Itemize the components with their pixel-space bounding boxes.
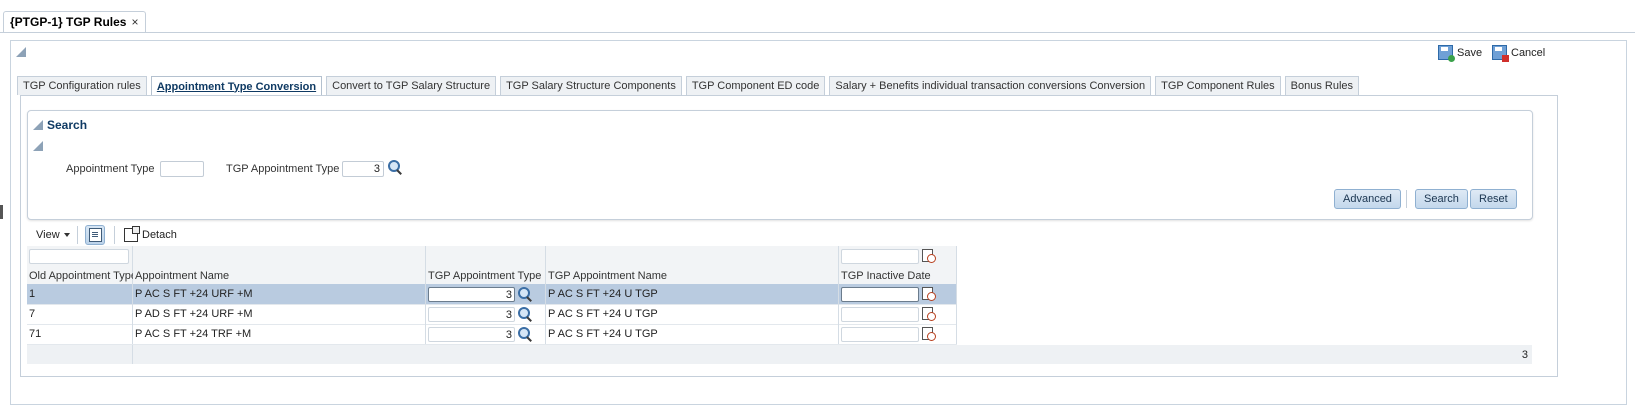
- column-header[interactable]: TGP Appointment Type: [426, 266, 546, 286]
- document-tab-title: {PTGP-1} TGP Rules: [10, 15, 127, 29]
- table-row[interactable]: 7 P AD S FT +24 URF +M 3 P AC S FT +24 U…: [27, 304, 957, 325]
- document-tab-divider: [0, 32, 1635, 33]
- inactive-date-input[interactable]: [841, 326, 919, 342]
- view-menu[interactable]: View: [36, 229, 70, 241]
- appointment-type-label: Appointment Type: [66, 163, 155, 175]
- cancel-button[interactable]: Cancel: [1492, 45, 1546, 62]
- column-header[interactable]: Appointment Name: [133, 266, 426, 286]
- tab-bonus-rules[interactable]: Bonus Rules: [1284, 76, 1360, 95]
- document-tab[interactable]: {PTGP-1} TGP Rules ×: [3, 11, 146, 32]
- appointment-name-cell: P AC S FT +24 URF +M: [133, 284, 426, 304]
- appointment-type-input[interactable]: [160, 161, 204, 177]
- search-lookup-icon[interactable]: [518, 307, 532, 321]
- search-lookup-icon[interactable]: [518, 327, 532, 341]
- reset-button[interactable]: Reset: [1470, 189, 1517, 209]
- toolbar-separator: [114, 226, 115, 244]
- search-criteria-collapse-icon[interactable]: [33, 141, 43, 151]
- calendar-icon[interactable]: [922, 287, 936, 301]
- search-button[interactable]: Search: [1415, 189, 1468, 209]
- chevron-down-icon: [63, 233, 70, 237]
- detach-button[interactable]: Detach: [124, 226, 177, 242]
- tgp-name-cell: P AC S FT +24 U TGP: [546, 284, 839, 304]
- row-count: 3: [1521, 348, 1528, 361]
- tgp-type-input[interactable]: 3: [428, 326, 515, 342]
- calendar-icon[interactable]: [922, 249, 936, 263]
- old-type-cell: 7: [27, 304, 133, 324]
- old-type-cell: 1: [27, 284, 133, 304]
- tab-tgp-salary-structure-components[interactable]: TGP Salary Structure Components: [500, 76, 682, 95]
- tab-tgp-component-rules[interactable]: TGP Component Rules: [1155, 76, 1281, 95]
- tab-bar: TGP Configuration rules Appointment Type…: [17, 76, 1360, 96]
- button-separator: [1406, 190, 1407, 208]
- old-type-cell: 71: [27, 324, 133, 344]
- detach-icon: [124, 226, 140, 242]
- column-header[interactable]: TGP Inactive Date: [839, 266, 957, 286]
- calendar-icon[interactable]: [922, 327, 936, 341]
- collapse-panel-icon[interactable]: [16, 47, 26, 57]
- tgp-type-input[interactable]: 3: [428, 306, 515, 322]
- tgp-appointment-type-label: TGP Appointment Type: [226, 163, 340, 175]
- detach-label: Detach: [142, 229, 177, 241]
- tgp-type-input[interactable]: 3: [428, 286, 515, 302]
- appointment-name-cell: P AD S FT +24 URF +M: [133, 304, 426, 324]
- table-footer: 3: [27, 345, 1532, 364]
- table-row[interactable]: 1 P AC S FT +24 URF +M 3 P AC S FT +24 U…: [27, 284, 957, 305]
- inactive-date-input[interactable]: [841, 306, 919, 322]
- tab-convert-to-tgp-salary-structure[interactable]: Convert to TGP Salary Structure: [326, 76, 497, 95]
- search-lookup-icon[interactable]: [518, 287, 532, 301]
- table-row[interactable]: 71 P AC S FT +24 TRF +M 3 P AC S FT +24 …: [27, 324, 957, 345]
- tab-appointment-type-conversion[interactable]: Appointment Type Conversion: [150, 76, 323, 96]
- filter-old-type-input[interactable]: [29, 248, 129, 264]
- column-header[interactable]: TGP Appointment Name: [546, 266, 839, 286]
- save-icon: [1438, 45, 1455, 62]
- results-table: Old Appointment Type Appointment Name TG…: [27, 246, 1532, 366]
- save-button[interactable]: Save: [1438, 45, 1483, 62]
- tab-tgp-configuration-rules[interactable]: TGP Configuration rules: [17, 76, 147, 95]
- view-label: View: [36, 229, 60, 241]
- cancel-label: Cancel: [1511, 46, 1546, 59]
- save-label: Save: [1457, 46, 1483, 59]
- tab-tgp-component-ed-code[interactable]: TGP Component ED code: [685, 76, 826, 95]
- tgp-name-cell: P AC S FT +24 U TGP: [546, 324, 839, 344]
- cancel-icon: [1492, 45, 1509, 62]
- edit-record-icon: [88, 228, 102, 242]
- inactive-date-input[interactable]: [841, 286, 919, 302]
- tgp-name-cell: P AC S FT +24 U TGP: [546, 304, 839, 324]
- filter-inactive-date-input[interactable]: [841, 248, 919, 264]
- edit-record-button[interactable]: [85, 225, 105, 245]
- search-collapse-icon[interactable]: [33, 120, 43, 130]
- splitter-handle[interactable]: [0, 205, 3, 219]
- filter-row: [27, 246, 957, 266]
- search-title: Search: [47, 118, 88, 132]
- table-header-row: Old Appointment Type Appointment Name TG…: [27, 266, 957, 286]
- search-lookup-icon[interactable]: [388, 160, 402, 174]
- tgp-appointment-type-input[interactable]: 3: [342, 161, 384, 177]
- appointment-name-cell: P AC S FT +24 TRF +M: [133, 324, 426, 344]
- calendar-icon[interactable]: [922, 307, 936, 321]
- toolbar-separator: [77, 226, 78, 244]
- advanced-button[interactable]: Advanced: [1334, 189, 1401, 209]
- tab-salary-benefits-conversions[interactable]: Salary + Benefits individual transaction…: [829, 76, 1152, 95]
- close-icon[interactable]: ×: [131, 15, 138, 29]
- column-header[interactable]: Old Appointment Type: [27, 266, 137, 286]
